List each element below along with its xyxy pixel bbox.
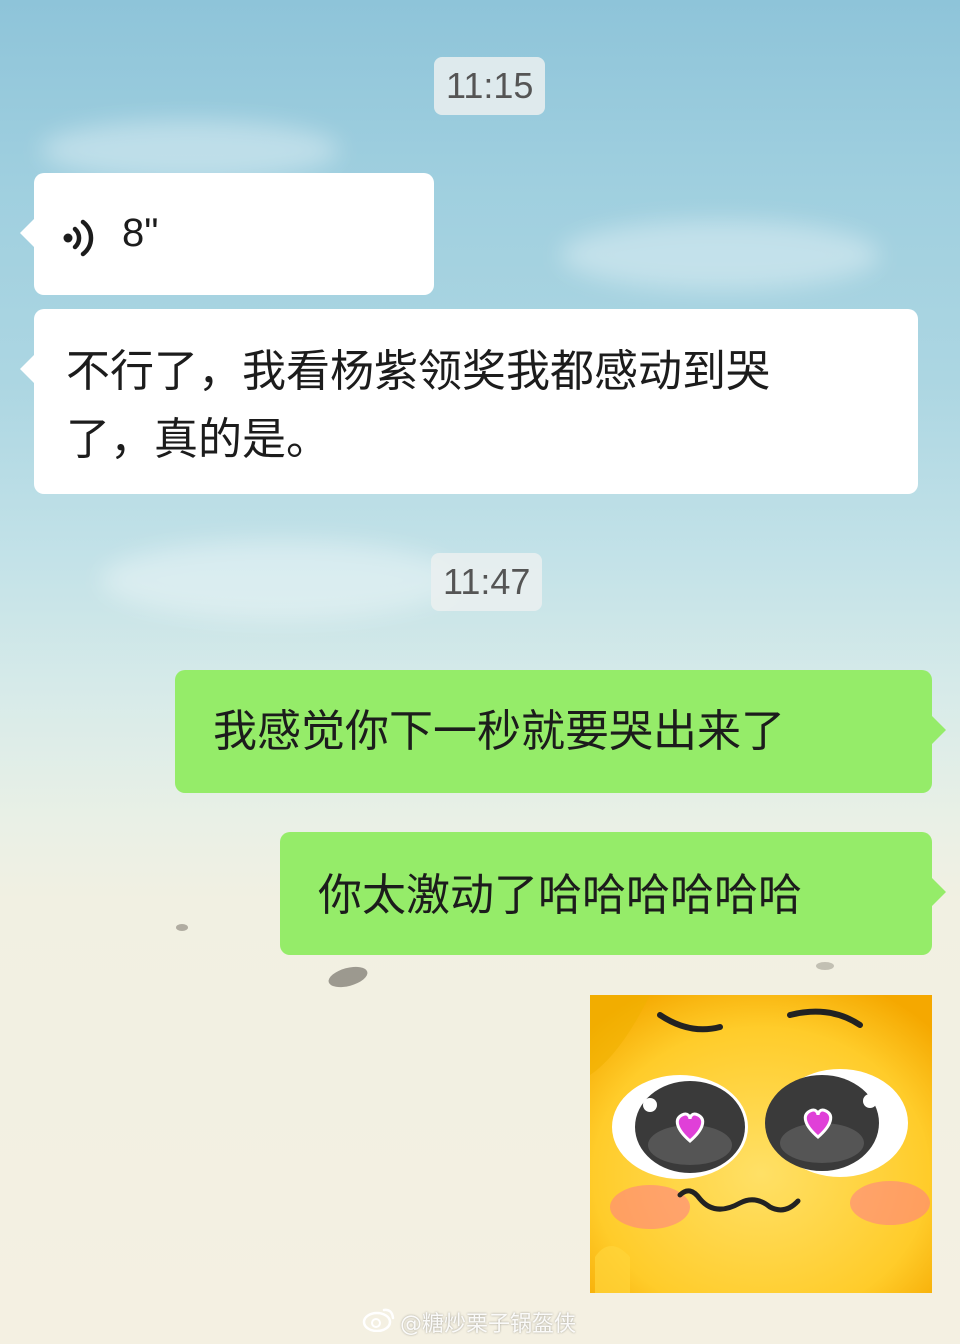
message-text-line: 了，真的是。: [66, 414, 330, 465]
timestamp: 11:47: [431, 553, 543, 611]
heart-eyes-emoji-sticker[interactable]: [590, 995, 932, 1293]
background-rock: [326, 963, 370, 991]
incoming-text-bubble[interactable]: 不行了，我看杨紫领奖我都感动到哭 了，真的是。: [20, 309, 918, 494]
voice-wave-icon: [60, 213, 100, 279]
message-text: 我感觉你下一秒就要哭出来了: [213, 706, 785, 757]
background-rock: [816, 962, 834, 970]
outgoing-text-bubble[interactable]: 你太激动了哈哈哈哈哈哈: [280, 832, 946, 955]
voice-duration: 8": [122, 211, 159, 255]
background-cloud: [100, 540, 460, 620]
watermark-text: @糖炒栗子锅盔侠: [400, 1312, 577, 1337]
timestamp: 11:15: [434, 57, 546, 115]
background-rock: [176, 924, 188, 931]
background-cloud: [40, 120, 340, 180]
weibo-icon: [362, 1306, 396, 1336]
outgoing-text-bubble[interactable]: 我感觉你下一秒就要哭出来了: [175, 670, 946, 793]
message-text: 你太激动了哈哈哈哈哈哈: [318, 870, 802, 921]
message-text-line: 不行了，我看杨紫领奖我都感动到哭: [66, 346, 770, 397]
voice-message-bubble[interactable]: 8": [20, 173, 434, 295]
background-cloud: [560, 220, 880, 290]
